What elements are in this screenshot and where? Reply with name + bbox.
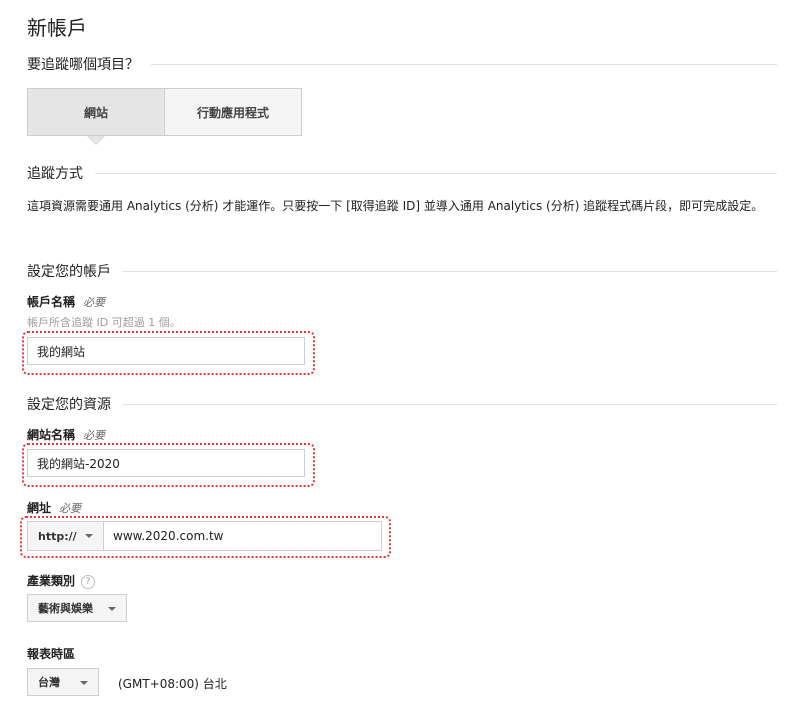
section-tracking-target: 要追蹤哪個項目？ bbox=[27, 54, 777, 74]
industry-value: 藝術與娛樂 bbox=[38, 602, 93, 615]
page-title: 新帳戶 bbox=[27, 16, 87, 40]
divider bbox=[95, 172, 777, 174]
account-name-label: 帳戶名稱 必要 bbox=[27, 293, 105, 310]
site-name-input[interactable]: 我的網站-2020 bbox=[27, 449, 305, 477]
option-website[interactable]: 網站 bbox=[28, 89, 165, 145]
tracking-method-description: 這項資源需要通用 Analytics (分析) 才能運作。只要按一下 [取得追蹤… bbox=[27, 199, 764, 213]
industry-label: 產業類別? bbox=[27, 572, 96, 589]
divider bbox=[151, 63, 777, 65]
divider bbox=[123, 403, 777, 405]
timezone-country-value: 台灣 bbox=[38, 676, 60, 689]
timezone-zone-text: (GMT+08:00) 台北 bbox=[118, 677, 227, 691]
chevron-down-icon bbox=[85, 534, 93, 538]
tracking-target-selector: 網站 行動應用程式 bbox=[27, 88, 302, 145]
account-name-input[interactable]: 我的網站 bbox=[27, 337, 305, 365]
url-protocol-value: http:// bbox=[38, 529, 77, 543]
chevron-down-icon bbox=[108, 607, 116, 611]
section-account-setup: 設定您的帳戶 bbox=[27, 261, 777, 281]
chevron-down-icon bbox=[80, 681, 88, 685]
timezone-label-text: 報表時區 bbox=[27, 647, 76, 661]
option-mobile-app[interactable]: 行動應用程式 bbox=[165, 89, 301, 135]
industry-label-text: 產業類別 bbox=[27, 574, 76, 588]
section-tracking-method-heading: 追蹤方式 bbox=[27, 163, 95, 183]
site-name-label: 網站名稱 必要 bbox=[27, 426, 105, 443]
url-label-text: 網址 bbox=[27, 501, 52, 515]
url-input[interactable]: www.2020.com.tw bbox=[103, 521, 382, 551]
section-account-setup-heading: 設定您的帳戶 bbox=[27, 261, 123, 281]
required-badge: 必要 bbox=[59, 502, 82, 515]
section-tracking-target-heading: 要追蹤哪個項目？ bbox=[27, 54, 151, 74]
section-property-setup: 設定您的資源 bbox=[27, 394, 777, 414]
site-name-label-text: 網站名稱 bbox=[27, 428, 76, 442]
timezone-label: 報表時區 bbox=[27, 645, 75, 662]
account-name-label-text: 帳戶名稱 bbox=[27, 295, 76, 309]
timezone-country-dropdown[interactable]: 台灣 bbox=[27, 668, 99, 696]
url-label: 網址 必要 bbox=[27, 499, 81, 516]
help-icon[interactable]: ? bbox=[81, 574, 96, 589]
required-badge: 必要 bbox=[83, 296, 106, 309]
url-protocol-dropdown[interactable]: http:// bbox=[27, 521, 104, 551]
divider bbox=[123, 270, 777, 272]
required-badge: 必要 bbox=[83, 429, 106, 442]
section-property-setup-heading: 設定您的資源 bbox=[27, 394, 123, 414]
section-tracking-method: 追蹤方式 bbox=[27, 163, 777, 183]
industry-dropdown[interactable]: 藝術與娛樂 bbox=[27, 594, 127, 622]
account-name-hint: 帳戶所含追蹤 ID 可超過 1 個。 bbox=[27, 316, 181, 329]
